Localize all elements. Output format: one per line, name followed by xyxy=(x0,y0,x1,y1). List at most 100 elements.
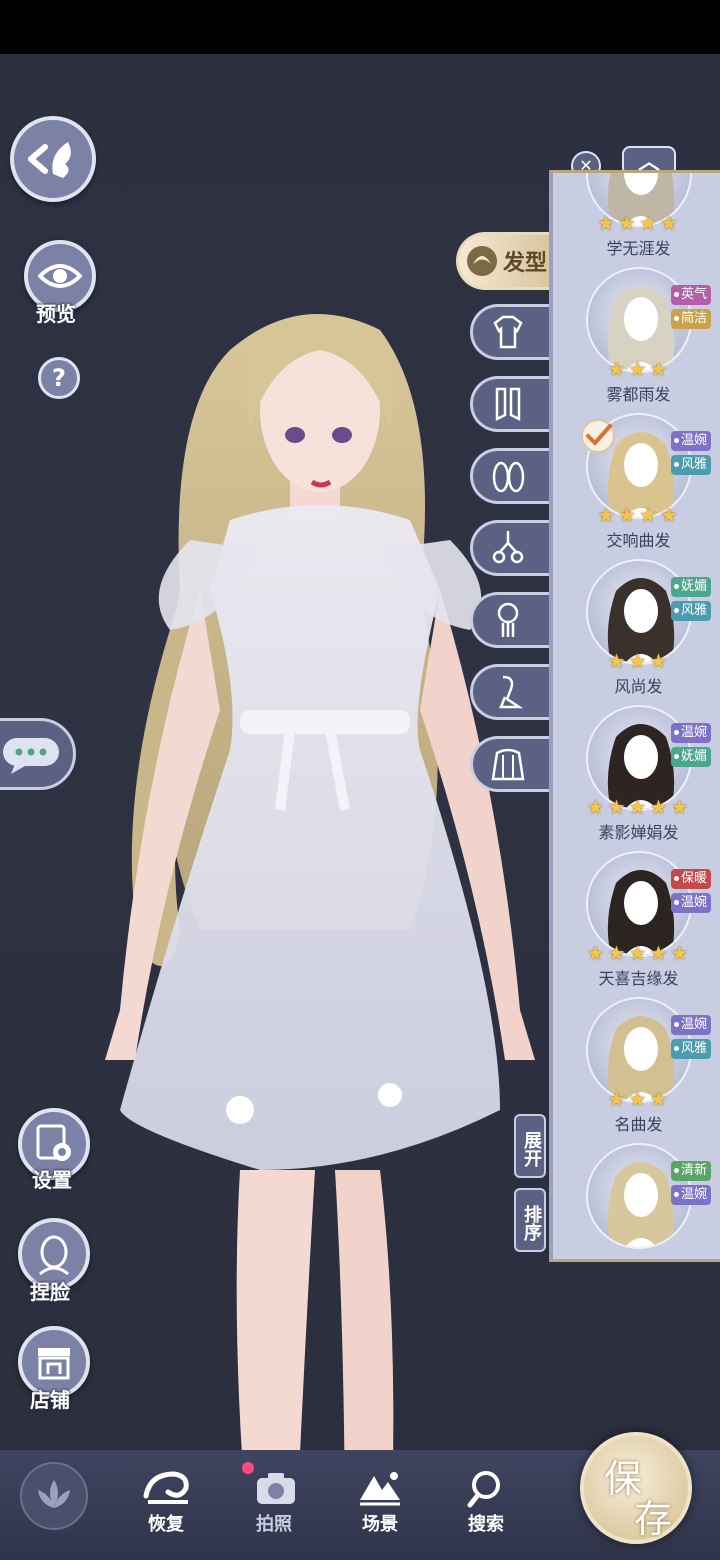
star-icon: ★ xyxy=(618,211,636,235)
star-rating: ★ ★ ★ xyxy=(553,1089,720,1109)
hairstyle-list-panel[interactable]: 端庄★★★★学无涯发英气简洁★★★雾都雨发温婉风雅★★★★交响曲发妩媚风雅★★★… xyxy=(549,170,720,1262)
chat-bubble-icon xyxy=(3,738,59,774)
shop-icon xyxy=(38,1348,70,1380)
status-bar xyxy=(0,0,720,54)
hairstyle-tag: 保暖 xyxy=(671,869,712,889)
hairstyle-tag: 英气 xyxy=(671,285,712,305)
mountain-scene-icon xyxy=(360,1471,400,1505)
bell-ornament-icon xyxy=(492,531,524,564)
tab-socks[interactable] xyxy=(470,376,554,432)
preview-label: 预览 xyxy=(36,302,76,326)
star-icon: ★ xyxy=(670,795,689,819)
star-rating: ★ ★ ★ ★ xyxy=(553,505,720,525)
hairstyle-tag: 风雅 xyxy=(671,455,712,475)
dressup-screen: 预览 ? 设置 捏脸 店铺 发型 ✕ ︿ ★ ★ ★ ★ 学无涯发 英气 简洁 … xyxy=(0,0,720,1560)
restore-label: 恢复 xyxy=(148,1514,184,1535)
restore-swirl-icon xyxy=(143,1470,189,1504)
hairstyle-tag: 温婉 xyxy=(671,893,712,913)
star-icon: ★ xyxy=(628,649,647,673)
hairstyle-tag: 温婉 xyxy=(671,431,712,451)
hairstyle-item[interactable]: 温婉 风雅 ★ ★ ★ 名曲发 xyxy=(553,989,720,1135)
tab-earring[interactable] xyxy=(470,664,554,720)
shop-label: 店铺 xyxy=(30,1388,70,1412)
hairstyle-item[interactable]: 清新 温婉 xyxy=(553,1135,720,1259)
lotus-menu-button[interactable] xyxy=(20,1462,88,1530)
scene-button[interactable] xyxy=(350,1465,410,1510)
tab-cape[interactable] xyxy=(470,736,554,792)
photo-button[interactable] xyxy=(246,1465,306,1510)
save-button[interactable]: 保 存 xyxy=(580,1432,692,1544)
star-icon: ★ xyxy=(628,357,647,381)
hairstyle-tag: 清新 xyxy=(671,1161,712,1181)
star-rating: ★ ★ ★ ★ ★ xyxy=(553,797,720,817)
hairpin-icon xyxy=(497,602,519,637)
hairstyle-name: 雾都雨发 xyxy=(606,385,671,404)
hairstyle-tag: 温婉 xyxy=(671,1185,712,1205)
search-icon xyxy=(467,1470,500,1507)
settings-label: 设置 xyxy=(32,1168,72,1192)
settings-gear-icon xyxy=(36,1124,71,1161)
star-icon: ★ xyxy=(660,211,678,235)
star-icon: ★ xyxy=(607,357,626,381)
face-customize-label: 捏脸 xyxy=(30,1280,70,1304)
star-icon: ★ xyxy=(639,503,657,527)
hairstyle-tag: 妩媚 xyxy=(671,577,712,597)
star-icon: ★ xyxy=(649,941,668,965)
tab-top[interactable] xyxy=(470,304,554,360)
earring-icon xyxy=(499,675,524,709)
star-rating: ★ ★ ★ ★ xyxy=(553,213,720,233)
hairstyle-icon xyxy=(467,246,497,276)
hairstyle-tag: 妩媚 xyxy=(671,747,712,767)
save-label-bottom: 存 xyxy=(634,1497,673,1541)
cape-icon xyxy=(491,748,525,781)
star-icon: ★ xyxy=(607,1087,626,1111)
star-icon: ★ xyxy=(607,649,626,673)
back-button[interactable] xyxy=(10,116,96,202)
star-rating: ★ ★ ★ xyxy=(553,359,720,379)
star-icon: ★ xyxy=(649,649,668,673)
hairstyle-name: 风尚发 xyxy=(614,677,663,696)
star-icon: ★ xyxy=(628,941,647,965)
hairstyle-item[interactable]: 温婉 妩媚 ★ ★ ★ ★ ★ 素影婵娟发 xyxy=(553,697,720,843)
star-icon: ★ xyxy=(670,941,689,965)
star-icon: ★ xyxy=(628,1087,647,1111)
scene-label: 场景 xyxy=(362,1514,398,1535)
shoes-icon xyxy=(492,461,525,493)
hairstyle-item[interactable]: 英气 简洁 ★ ★ ★ 雾都雨发 xyxy=(553,259,720,405)
hairstyle-name: 天喜吉缘发 xyxy=(598,969,679,988)
tab-accessory[interactable] xyxy=(470,520,554,576)
sort-button[interactable]: 排序 xyxy=(514,1188,546,1252)
star-icon: ★ xyxy=(628,795,647,819)
shirt-icon xyxy=(493,315,523,349)
search-button[interactable] xyxy=(456,1465,516,1510)
photo-notification-dot xyxy=(242,1462,254,1474)
hairstyle-name: 学无涯发 xyxy=(606,239,671,258)
star-icon: ★ xyxy=(649,357,668,381)
hairstyle-item[interactable]: 保暖 温婉 ★ ★ ★ ★ ★ 天喜吉缘发 xyxy=(553,843,720,989)
help-button[interactable]: ? xyxy=(38,357,80,399)
hairstyle-item[interactable]: 妩媚 风雅 ★ ★ ★ 风尚发 xyxy=(553,551,720,697)
star-icon: ★ xyxy=(649,1087,668,1111)
help-icon: ? xyxy=(52,364,66,392)
tab-hairstyle[interactable]: 发型 xyxy=(456,232,556,290)
expand-button[interactable]: 展开 xyxy=(514,1114,546,1178)
restore-button[interactable] xyxy=(138,1465,198,1510)
star-icon: ★ xyxy=(607,795,626,819)
star-icon: ★ xyxy=(660,503,678,527)
hairstyle-item[interactable]: 温婉 风雅 ★ ★ ★ ★ 交响曲发 xyxy=(553,405,720,551)
tab-hairpin[interactable] xyxy=(470,592,554,648)
socks-icon xyxy=(495,387,521,422)
chat-button[interactable] xyxy=(0,718,76,790)
star-icon: ★ xyxy=(607,941,626,965)
photo-label: 拍照 xyxy=(256,1514,292,1535)
search-label: 搜索 xyxy=(468,1514,504,1535)
star-icon: ★ xyxy=(586,795,605,819)
tab-shoes[interactable] xyxy=(470,448,554,504)
camera-icon xyxy=(257,1472,295,1504)
hairstyle-tag: 风雅 xyxy=(671,601,712,621)
butterfly-back-icon xyxy=(28,142,71,178)
hairstyle-item[interactable]: 端庄★★★★学无涯发 xyxy=(553,173,720,259)
lotus-icon xyxy=(38,1480,70,1508)
star-icon: ★ xyxy=(618,503,636,527)
hairstyle-tag: 简洁 xyxy=(671,309,712,329)
